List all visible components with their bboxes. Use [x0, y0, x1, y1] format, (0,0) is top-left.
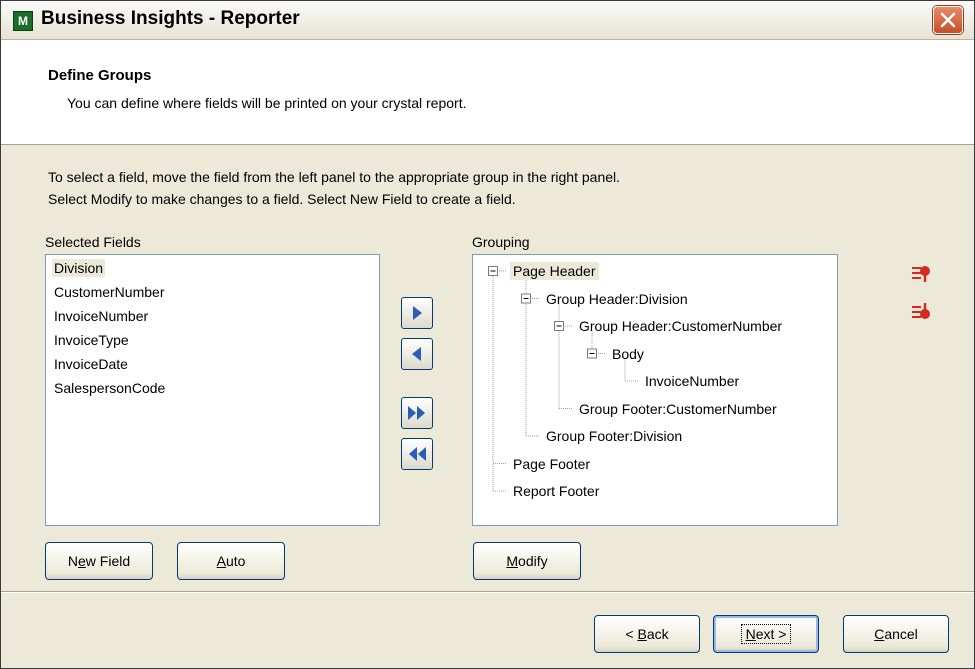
back-label-post: ack — [646, 626, 669, 642]
title-bar[interactable]: M Business Insights - Reporter — [1, 1, 974, 40]
arrow-right-icon — [413, 306, 422, 320]
next-focus-ring: Next > — [740, 624, 792, 644]
close-icon — [940, 12, 956, 28]
move-all-right-button[interactable] — [401, 397, 433, 429]
next-label-accel: N — [745, 626, 756, 642]
auto-button[interactable]: Auto — [177, 542, 285, 580]
header-panel: Define Groups You can define where field… — [1, 40, 974, 145]
list-item[interactable]: Division — [52, 259, 106, 277]
tree-node[interactable]: Group Header:Division — [546, 290, 688, 308]
grouping-tree[interactable]: Page Header Group Header:Division Group He… — [472, 254, 838, 526]
selected-fields-label: Selected Fields — [45, 234, 141, 250]
move-left-button[interactable] — [401, 338, 433, 370]
auto-label-accel: A — [216, 553, 226, 569]
new-field-button[interactable]: New Field — [45, 542, 153, 580]
instruction-line-1: To select a field, move the field from t… — [48, 169, 621, 185]
reporter-dialog: M Business Insights - Reporter Define Gr… — [0, 0, 975, 669]
tree-node[interactable]: Page Footer — [513, 455, 590, 473]
list-item[interactable]: InvoiceNumber — [54, 307, 148, 325]
double-arrow-left-icon — [409, 447, 426, 461]
next-button[interactable]: Next > — [713, 615, 819, 653]
back-label-accel: B — [637, 626, 647, 642]
next-label-post: ext > — [755, 626, 787, 642]
page-subtitle: You can define where fields will be prin… — [67, 95, 467, 111]
cancel-label-accel: C — [874, 626, 885, 642]
tree-node[interactable]: Page Header — [510, 262, 599, 280]
instruction-line-2: Select Modify to make changes to a field… — [48, 191, 516, 207]
auto-label-post: uto — [225, 553, 246, 569]
double-arrow-right-icon — [408, 406, 425, 420]
page-title: Define Groups — [48, 67, 152, 84]
cancel-button[interactable]: Cancel — [843, 615, 949, 653]
move-right-button[interactable] — [401, 297, 433, 329]
new-field-label-pre: N — [67, 553, 78, 569]
list-item[interactable]: InvoiceType — [54, 331, 129, 349]
move-all-left-button[interactable] — [401, 438, 433, 470]
arrow-left-icon — [412, 347, 421, 361]
modify-button[interactable]: Modify — [473, 542, 581, 580]
modify-label-accel: M — [506, 553, 519, 569]
tree-node[interactable]: Group Footer:CustomerNumber — [579, 400, 777, 418]
tree-node[interactable]: Group Header:CustomerNumber — [579, 317, 782, 335]
move-down-icon[interactable] — [909, 301, 935, 323]
app-icon: M — [13, 11, 33, 31]
list-item[interactable]: InvoiceDate — [54, 355, 128, 373]
tree-node[interactable]: Group Footer:Division — [546, 427, 682, 445]
cancel-label-post: ancel — [884, 626, 918, 642]
move-up-icon[interactable] — [909, 262, 935, 284]
footer-separator — [1, 591, 974, 593]
tree-node[interactable]: Body — [612, 345, 644, 363]
back-button[interactable]: < Back — [594, 615, 700, 653]
tree-node[interactable]: InvoiceNumber — [645, 372, 739, 390]
list-item[interactable]: SalespersonCode — [54, 379, 165, 397]
grouping-label: Grouping — [472, 234, 530, 250]
close-button[interactable] — [933, 6, 963, 34]
window-title: Business Insights - Reporter — [41, 8, 300, 29]
new-field-label-post: w Field — [85, 553, 131, 569]
back-label-pre: < — [625, 626, 638, 642]
tree-node[interactable]: Report Footer — [513, 482, 599, 500]
modify-label-post: odify — [518, 553, 548, 569]
new-field-label-accel: e — [77, 553, 86, 569]
list-item[interactable]: CustomerNumber — [54, 283, 164, 301]
selected-fields-list[interactable]: Division CustomerNumber InvoiceNumber Invoi… — [45, 254, 380, 526]
